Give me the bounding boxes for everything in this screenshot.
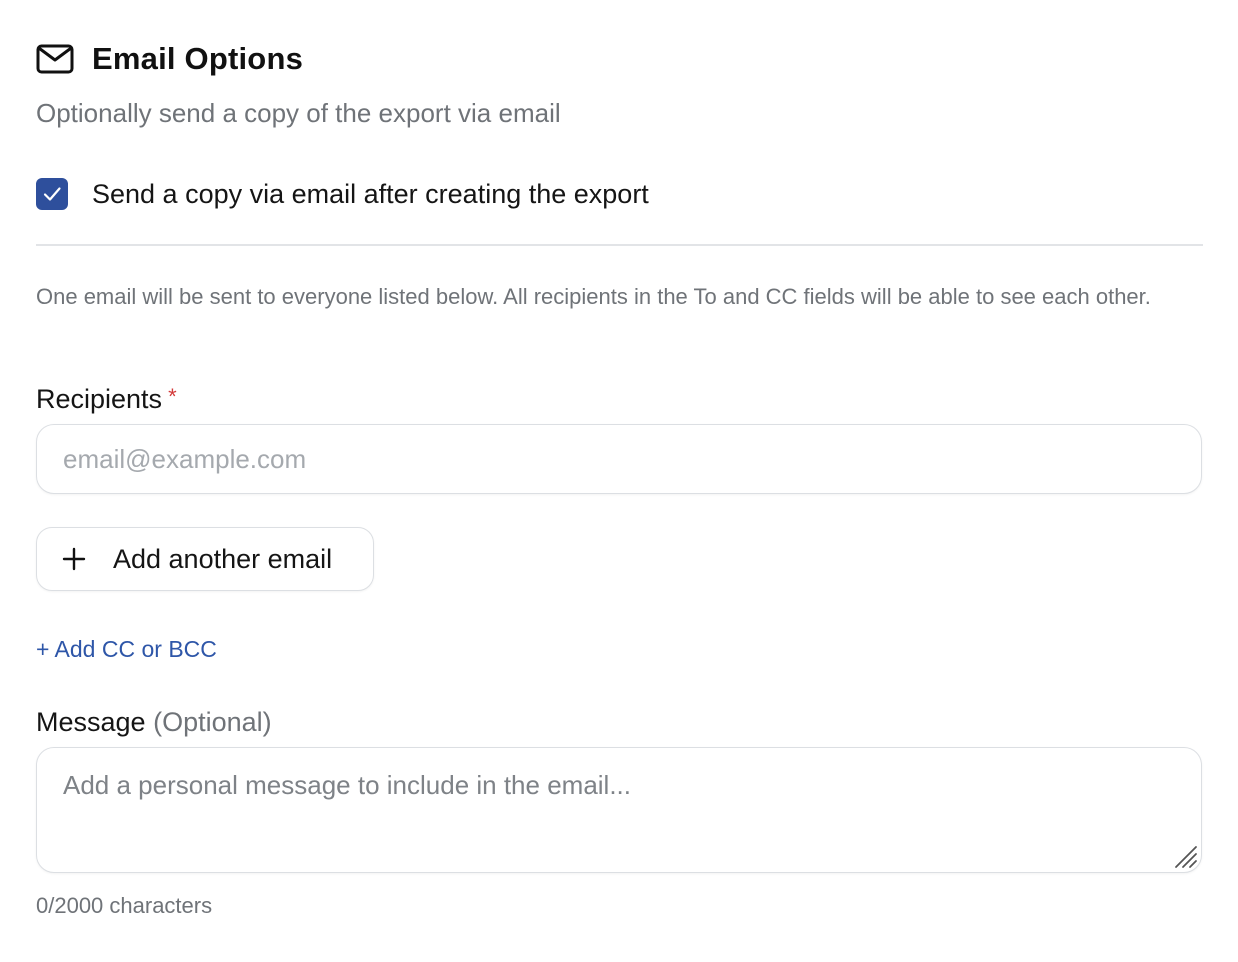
message-textarea[interactable] [36, 747, 1202, 873]
message-label-text: Message [36, 707, 146, 737]
divider [36, 244, 1203, 246]
character-counter: 0/2000 characters [36, 893, 213, 918]
recipients-info-text: One email will be sent to everyone liste… [36, 284, 1151, 309]
add-another-email-label: Add another email [113, 543, 333, 574]
send-copy-label[interactable]: Send a copy via email after creating the… [92, 179, 649, 210]
section-header: Email Options [36, 40, 303, 78]
check-icon [43, 187, 61, 201]
message-optional-text: (Optional) [153, 707, 272, 737]
recipients-label: Recipients * [36, 384, 177, 415]
add-cc-bcc-link[interactable]: + Add CC or BCC [36, 636, 217, 663]
recipients-label-text: Recipients [36, 384, 163, 414]
plus-icon [61, 546, 87, 572]
section-subtitle: Optionally send a copy of the export via… [36, 98, 561, 128]
required-marker: * [168, 384, 177, 409]
recipient-email-input[interactable] [36, 424, 1202, 494]
resize-handle-icon[interactable] [1172, 843, 1198, 869]
send-copy-checkbox[interactable] [36, 178, 68, 210]
add-another-email-button[interactable]: Add another email [36, 527, 374, 591]
section-title: Email Options [92, 41, 304, 76]
mail-icon [36, 40, 74, 78]
send-copy-option[interactable]: Send a copy via email after creating the… [36, 178, 649, 210]
message-label: Message (Optional) [36, 707, 272, 738]
